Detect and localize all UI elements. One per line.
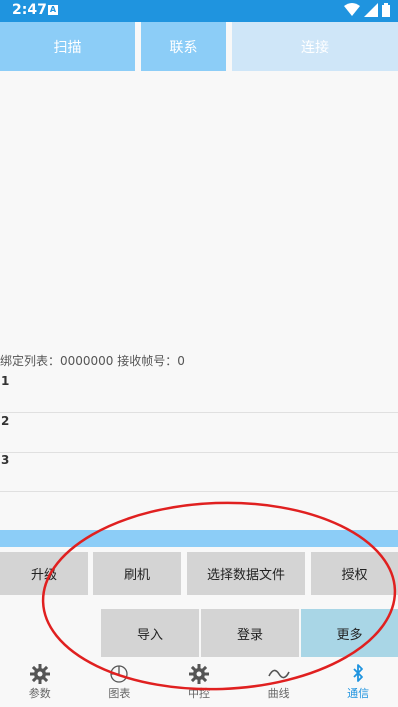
notification-icon: A bbox=[48, 5, 58, 15]
progress-strip bbox=[0, 530, 398, 547]
nav-label: 中控 bbox=[187, 687, 210, 700]
wifi-icon bbox=[344, 3, 360, 16]
chart-icon bbox=[110, 665, 129, 683]
list-item[interactable]: 3 bbox=[0, 453, 398, 492]
nav-item-curve[interactable]: 曲线 bbox=[239, 658, 319, 707]
status-bar: 2:47 A bbox=[0, 0, 398, 22]
login-button[interactable]: 登录 bbox=[201, 609, 299, 657]
connect-button[interactable]: 连接 bbox=[232, 22, 398, 71]
gear-icon bbox=[188, 664, 209, 684]
authorize-button[interactable]: 授权 bbox=[311, 552, 398, 595]
nav-item-comm[interactable]: 通信 bbox=[318, 658, 398, 707]
signal-icon bbox=[364, 3, 378, 17]
list-item[interactable]: 1 bbox=[0, 374, 398, 413]
slot-number: 1 bbox=[1, 374, 10, 388]
gear-icon bbox=[29, 664, 50, 684]
slot-number: 3 bbox=[1, 453, 10, 467]
upgrade-button[interactable]: 升级 bbox=[0, 552, 88, 595]
select-data-file-button[interactable]: 选择数据文件 bbox=[187, 552, 305, 595]
slot-number: 2 bbox=[1, 414, 10, 428]
wave-icon bbox=[267, 669, 290, 679]
binding-info: 绑定列表：0000000 接收帧号：0 bbox=[0, 354, 185, 368]
nav-label: 图表 bbox=[108, 687, 131, 700]
status-time: 2:47 bbox=[12, 2, 47, 18]
nav-label: 参数 bbox=[28, 687, 51, 700]
nav-item-control[interactable]: 中控 bbox=[159, 658, 239, 707]
contact-button[interactable]: 联系 bbox=[141, 22, 226, 71]
more-button[interactable]: 更多 bbox=[301, 609, 398, 657]
nav-label: 通信 bbox=[347, 687, 370, 700]
flash-button[interactable]: 刷机 bbox=[93, 552, 181, 595]
nav-item-charts[interactable]: 图表 bbox=[80, 658, 160, 707]
system-icons bbox=[344, 3, 390, 17]
import-button[interactable]: 导入 bbox=[101, 609, 199, 657]
bluetooth-icon bbox=[353, 664, 364, 682]
list-item[interactable]: 2 bbox=[0, 414, 398, 453]
nav-item-params[interactable]: 参数 bbox=[0, 658, 80, 707]
battery-icon bbox=[382, 3, 390, 17]
nav-label: 曲线 bbox=[267, 687, 290, 700]
scan-button[interactable]: 扫描 bbox=[0, 22, 135, 71]
bottom-nav: 参数 图表 中控 曲线 通信 bbox=[0, 658, 398, 707]
